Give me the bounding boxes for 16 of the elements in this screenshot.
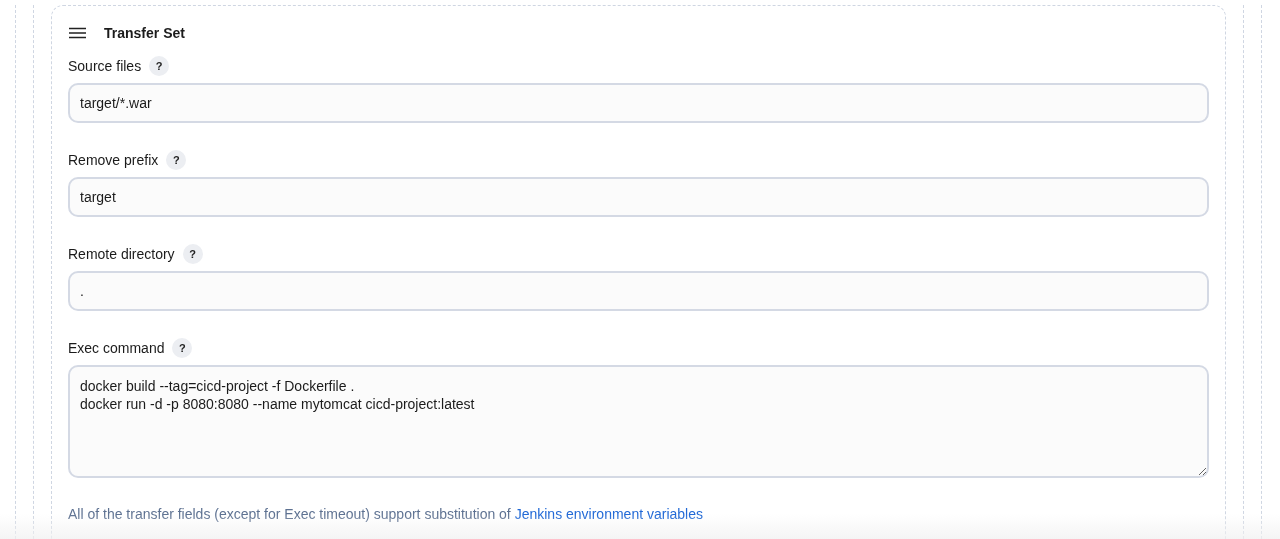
- help-button[interactable]: ?: [182, 244, 203, 264]
- input-field[interactable]: target: [68, 177, 1209, 217]
- help-button[interactable]: ?: [149, 56, 170, 76]
- input-field[interactable]: .: [68, 271, 1209, 311]
- drag-handle-icon[interactable]: [69, 27, 86, 39]
- help-button[interactable]: ?: [166, 150, 187, 170]
- field-label: Remove prefix: [68, 150, 159, 170]
- environment-variables-link[interactable]: Jenkins environment variables: [514, 506, 703, 522]
- field-label: Exec command: [68, 338, 165, 358]
- field-label: Remote directory: [68, 244, 175, 264]
- command-textarea[interactable]: docker build --tag=cicd-project -f Dockerfile . docker run -d -p 8080:8080 --name mytomcat cicd-project:latest: [68, 365, 1209, 478]
- input-field[interactable]: target/*.war: [68, 83, 1209, 123]
- section-title: Transfer Set: [104, 23, 185, 43]
- footer-note: All of the transfer fields (except for Exec timeout) support substitution of: [68, 506, 511, 522]
- field-label: Source files: [68, 56, 142, 76]
- help-button[interactable]: ?: [172, 338, 193, 358]
